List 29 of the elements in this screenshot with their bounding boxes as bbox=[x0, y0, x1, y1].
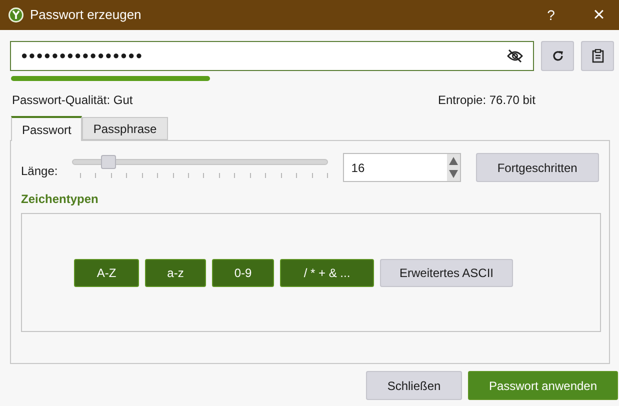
slider-thumb[interactable] bbox=[100, 155, 116, 169]
char-type-toggle[interactable]: 0-9 bbox=[212, 258, 274, 286]
window-title: Passwort erzeugen bbox=[30, 6, 142, 24]
close-button[interactable]: × bbox=[589, 5, 609, 25]
entropy-label: Entropie: 76.70 bit bbox=[438, 92, 536, 109]
close-dialog-button[interactable]: Schließen bbox=[366, 371, 462, 400]
clipboard-icon bbox=[592, 49, 604, 63]
length-spinbox[interactable]: 16 bbox=[343, 153, 461, 182]
char-type-toggle[interactable]: a-z bbox=[145, 258, 206, 286]
length-value: 16 bbox=[351, 160, 366, 176]
advanced-button[interactable]: Fortgeschritten bbox=[476, 153, 599, 182]
apply-button[interactable]: Passwort anwenden bbox=[468, 371, 618, 400]
password-value: ●●●●●●●●●●●●●●●● bbox=[21, 48, 144, 64]
section-title: Zeichentypen bbox=[21, 191, 100, 208]
tab[interactable]: Passphrase bbox=[82, 117, 168, 140]
char-type-toggle[interactable]: A-Z bbox=[74, 258, 139, 286]
eye-slash-icon[interactable] bbox=[507, 49, 523, 63]
regenerate-button[interactable] bbox=[541, 41, 574, 71]
copy-button[interactable] bbox=[581, 41, 614, 71]
length-label: Länge: bbox=[21, 163, 59, 180]
refresh-icon bbox=[552, 50, 564, 62]
password-field[interactable]: ●●●●●●●●●●●●●●●● bbox=[10, 41, 534, 71]
quality-label: Passwort-Qualität: Gut bbox=[12, 92, 134, 109]
char-type-toggle[interactable]: / * + & ... bbox=[280, 258, 374, 286]
tab[interactable]: Passwort bbox=[11, 116, 82, 141]
char-type-toggle[interactable]: Erweitertes ASCII bbox=[380, 258, 513, 286]
length-slider[interactable] bbox=[72, 155, 328, 181]
app-icon bbox=[8, 7, 24, 23]
help-button[interactable]: ? bbox=[541, 4, 561, 26]
